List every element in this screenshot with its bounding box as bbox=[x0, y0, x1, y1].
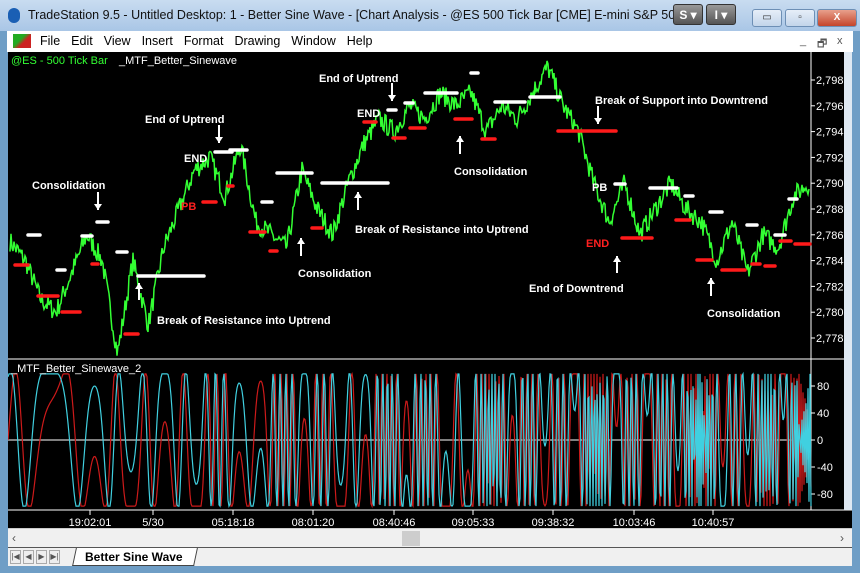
price-tick-label: 2,798 bbox=[816, 75, 844, 87]
menu-edit[interactable]: Edit bbox=[66, 31, 99, 48]
vertical-scrollbar[interactable] bbox=[844, 52, 852, 510]
menu-insert[interactable]: Insert bbox=[137, 31, 179, 48]
price-tick-label: 2,796 bbox=[816, 101, 844, 113]
price-tick-label: 2,792 bbox=[816, 152, 844, 164]
scroll-left-arrow[interactable]: ‹ bbox=[12, 531, 16, 545]
indicator-label: _MTF_Better_Sinewave bbox=[119, 55, 237, 67]
chart-annotation: End of Uptrend bbox=[319, 73, 399, 85]
arrow-head-icon bbox=[707, 278, 715, 284]
arrow-head-icon bbox=[613, 256, 621, 262]
menu-bar: File Edit View Insert Format Drawing Window Hel… bbox=[7, 31, 853, 52]
price-tick-label: 2,786 bbox=[816, 230, 844, 242]
price-tick-label: 2,782 bbox=[816, 281, 844, 293]
price-chart[interactable]: 2,798 2,796 2,794 2,792 2,790 2,788 2,786 2,784… bbox=[8, 52, 852, 528]
price-tick-label: 2,778 bbox=[816, 333, 844, 345]
time-tick-label: 09:05:33 bbox=[452, 517, 495, 528]
arrow-head-icon bbox=[594, 118, 602, 124]
chart-annotation: Consolidation bbox=[298, 268, 372, 280]
osc-tick-label: 0 bbox=[817, 435, 823, 447]
mdi-minimize-button[interactable]: _ bbox=[800, 35, 806, 47]
arrow-head-icon bbox=[135, 283, 143, 289]
chart-analysis-window[interactable]: 2,798 2,796 2,794 2,792 2,790 2,788 2,786 2,784… bbox=[8, 52, 852, 528]
price-tick-label: 2,790 bbox=[816, 178, 844, 190]
menu-file[interactable]: File bbox=[35, 31, 66, 48]
menu-window[interactable]: Window bbox=[286, 31, 341, 48]
chart-annotation: End of Downtrend bbox=[529, 283, 624, 295]
window-title: TradeStation 9.5 - Untitled Desktop: 1 -… bbox=[28, 8, 678, 22]
symbol-label: @ES - 500 Tick Bar bbox=[11, 55, 108, 67]
tab-better-sine-wave[interactable]: Better Sine Wave bbox=[72, 548, 198, 566]
mdi-close-button[interactable]: x bbox=[837, 35, 843, 47]
osc-tick-label: -80 bbox=[817, 489, 833, 501]
tradestation-app-icon bbox=[8, 8, 20, 23]
time-tick-label: 05:18:18 bbox=[212, 517, 255, 528]
arrow-head-icon bbox=[388, 95, 396, 101]
price-tick-label: 2,780 bbox=[816, 307, 844, 319]
scroll-thumb[interactable] bbox=[402, 531, 420, 546]
chart-annotation: END bbox=[184, 153, 208, 165]
tab-prev-button[interactable]: ◀ bbox=[23, 550, 34, 564]
chart-annotation: End of Uptrend bbox=[145, 114, 225, 126]
tab-next-button[interactable]: ▶ bbox=[36, 550, 47, 564]
price-tick-label: 2,784 bbox=[816, 256, 844, 268]
menu-format[interactable]: Format bbox=[179, 31, 230, 48]
arrow-head-icon bbox=[94, 204, 102, 210]
chart-logo-icon bbox=[13, 34, 31, 48]
tab-first-button[interactable]: |◀ bbox=[10, 550, 21, 564]
chart-annotation: PB bbox=[181, 201, 197, 213]
chart-annotation: Break of Resistance into Uptrend bbox=[355, 224, 529, 236]
chart-annotation: PB bbox=[592, 182, 608, 194]
title-bar: TradeStation 9.5 - Untitled Desktop: 1 -… bbox=[0, 0, 860, 31]
menu-help[interactable]: Help bbox=[342, 31, 379, 48]
time-tick-label: 5/30 bbox=[142, 517, 163, 528]
osc-tick-label: -40 bbox=[817, 462, 833, 474]
price-tick-label: 2,794 bbox=[816, 127, 844, 139]
chart-annotation: Break of Resistance into Uptrend bbox=[157, 315, 331, 327]
arrow-head-icon bbox=[215, 137, 223, 143]
arrow-head-icon bbox=[354, 192, 362, 198]
close-button[interactable]: X bbox=[817, 9, 857, 27]
horizontal-scrollbar[interactable]: ‹ › bbox=[8, 528, 852, 547]
time-tick-label: 08:40:46 bbox=[373, 517, 416, 528]
chart-annotation: Consolidation bbox=[707, 308, 781, 320]
i-dropdown-button[interactable]: I ▾ bbox=[706, 4, 736, 25]
s-dropdown-button[interactable]: S ▾ bbox=[673, 4, 703, 25]
arrow-head-icon bbox=[456, 136, 464, 142]
osc-tick-label: 80 bbox=[817, 381, 829, 393]
scroll-right-arrow[interactable]: › bbox=[840, 531, 844, 545]
time-tick-label: 10:40:57 bbox=[692, 517, 735, 528]
time-tick-label: 09:38:32 bbox=[532, 517, 575, 528]
minimize-button[interactable]: ▭ bbox=[752, 9, 782, 27]
tab-last-button[interactable]: ▶| bbox=[49, 550, 60, 564]
time-tick-label: 10:03:46 bbox=[613, 517, 656, 528]
osc-tick-label: 40 bbox=[817, 408, 829, 420]
price-tick-label: 2,788 bbox=[816, 204, 844, 216]
chart-annotation: Break of Support into Downtrend bbox=[595, 95, 768, 107]
maximize-button[interactable]: ▫ bbox=[785, 9, 815, 27]
chart-annotation: Consolidation bbox=[454, 166, 528, 178]
time-tick-label: 08:01:20 bbox=[292, 517, 335, 528]
arrow-head-icon bbox=[297, 238, 305, 244]
time-tick-label: 19:02:01 bbox=[69, 517, 112, 528]
chart-annotation: END bbox=[357, 108, 381, 120]
tab-bar: |◀ ◀ ▶ ▶| Better Sine Wave bbox=[8, 547, 852, 566]
menu-drawing[interactable]: Drawing bbox=[229, 31, 286, 48]
chart-annotation: END bbox=[586, 238, 610, 250]
subgraph-label: _MTF_Better_Sinewave_2 bbox=[11, 363, 142, 375]
menu-view[interactable]: View bbox=[99, 31, 137, 48]
chart-annotation: Consolidation bbox=[32, 180, 106, 192]
